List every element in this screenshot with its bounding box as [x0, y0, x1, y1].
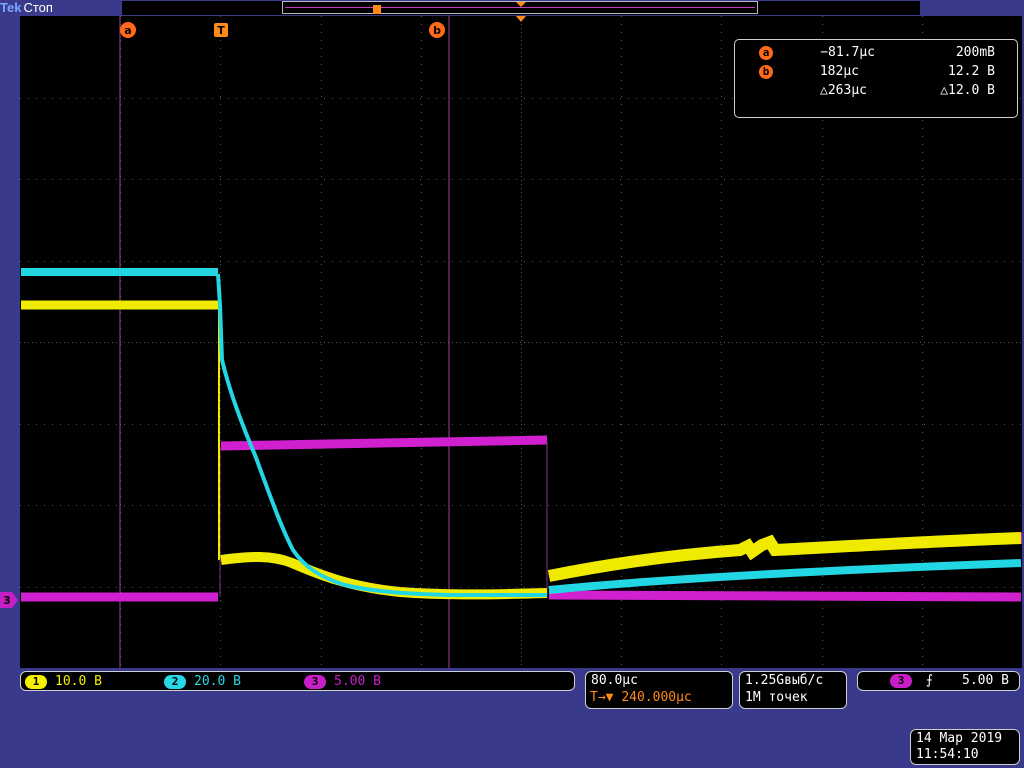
cursor-a-time: −81.7μс	[820, 45, 875, 60]
trigger-panel[interactable]: 3 ⨍ 5.00 В	[857, 671, 1020, 691]
ch2-badge: 2	[164, 674, 186, 689]
cursor-b-marker[interactable]: b	[429, 22, 445, 38]
record-center-marker	[516, 2, 526, 7]
ch1-scale[interactable]: 1 10.0 В	[25, 674, 102, 690]
cursor-a-marker[interactable]: a	[120, 22, 136, 38]
cursor-readout[interactable]: a −81.7μс 200mВ b 182μс 12.2 В △263μс △1…	[734, 39, 1018, 118]
svg-text:3: 3	[3, 594, 11, 607]
trigger-delay-icon: T→▼	[590, 690, 614, 705]
trigger-delay: T→▼ 240.000μс	[590, 690, 692, 706]
svg-text:T: T	[217, 24, 225, 37]
ch1-badge: 1	[25, 674, 47, 689]
cursor-b-badge: b	[759, 65, 773, 79]
svg-text:a: a	[124, 24, 131, 37]
trigger-level: 5.00 В	[962, 673, 1009, 688]
ch3-scale-value: 5.00 В	[334, 674, 381, 689]
timebase-panel[interactable]: 80.0μс T→▼ 240.000μс	[585, 671, 733, 709]
cursor-a-value: 200mВ	[955, 45, 995, 60]
channel-scale-panel: 1 10.0 В 2 20.0 В 3 5.00 В	[20, 671, 575, 691]
record-length: 1M точек	[745, 690, 808, 705]
cursor-delta-time: △263μс	[820, 83, 867, 98]
datetime-panel: 14 Мар 2019 11:54:10	[910, 729, 1020, 765]
cursor-delta-value: △12.0 В	[940, 83, 995, 98]
ch2-scale-value: 20.0 В	[194, 674, 241, 689]
svg-text:b: b	[433, 24, 441, 37]
trigger-source-badge: 3	[890, 673, 912, 688]
ch2-scale[interactable]: 2 20.0 В	[164, 674, 241, 690]
timebase-scale: 80.0μс	[591, 673, 638, 688]
rising-edge-icon: ⨍	[926, 673, 933, 688]
trigger-position-marker[interactable]: T	[214, 23, 228, 37]
ch3-scale[interactable]: 3 5.00 В	[304, 674, 381, 690]
cursor-b-value: 12.2 В	[948, 64, 995, 79]
trigger-delay-value: 240.000μс	[621, 690, 692, 705]
date: 14 Мар 2019	[916, 731, 1003, 746]
cursor-a-badge: a	[759, 46, 773, 60]
sample-rate: 1.25Gвыб/с	[745, 673, 824, 688]
acquisition-panel[interactable]: 1.25Gвыб/с 1M точек	[739, 671, 847, 709]
cursor-b-time: 182μс	[819, 64, 859, 79]
ch3-badge: 3	[304, 674, 326, 689]
ch3-ground-marker[interactable]: 3	[0, 592, 18, 608]
time: 11:54:10	[916, 747, 979, 762]
trigger-source: 3	[890, 673, 920, 689]
record-trigger-marker	[373, 5, 381, 14]
ch1-scale-value: 10.0 В	[55, 674, 102, 689]
